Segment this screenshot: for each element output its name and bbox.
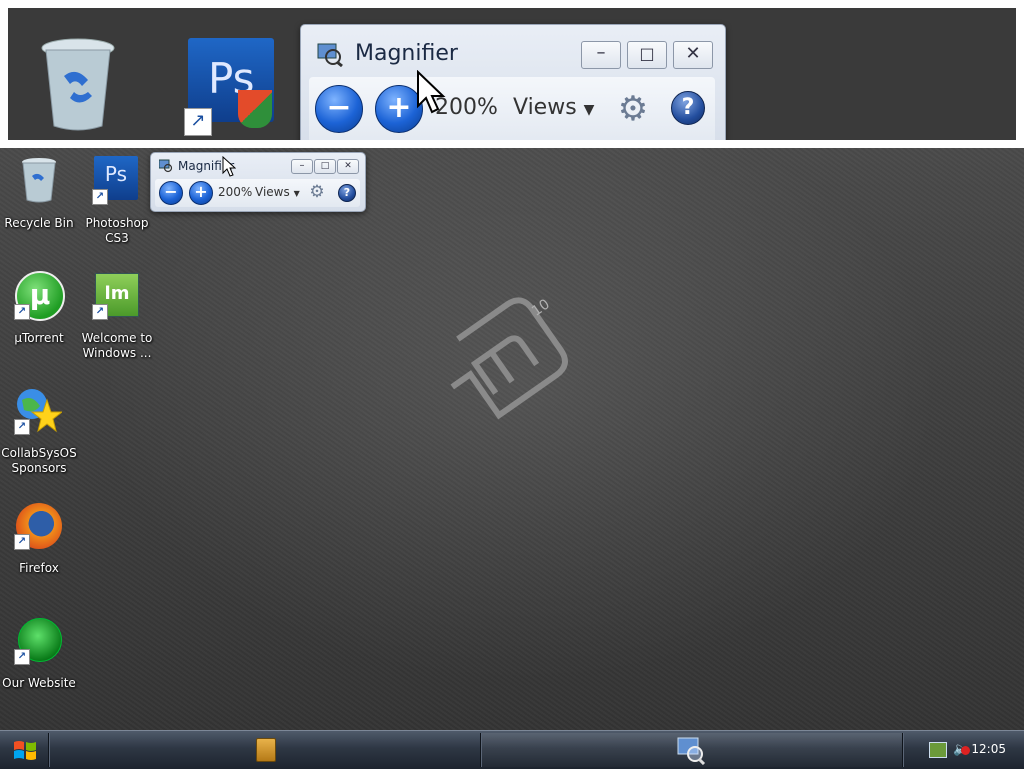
- quicklaunch-button[interactable]: [256, 738, 276, 762]
- desktop-icon-recycle-bin[interactable]: Recycle Bin: [0, 156, 78, 246]
- shortcut-arrow-icon: ↗: [92, 304, 108, 320]
- shortcut-arrow-icon: ↗: [14, 534, 30, 550]
- desktop: 10 Recycle Bin µ ↗ µTorrent ↗ CollabSysO…: [0, 148, 1024, 730]
- photoshop-icon: Ps ↗: [184, 38, 278, 136]
- shortcut-arrow-icon: ↗: [92, 189, 108, 205]
- desktop-icon-utorrent[interactable]: µ ↗ µTorrent: [0, 271, 78, 361]
- zoom-out-button[interactable]: −: [159, 181, 183, 205]
- desktop-icon-label: CollabSysOS Sponsors: [1, 446, 77, 475]
- zoom-out-button[interactable]: −: [315, 85, 363, 133]
- desktop-icon-our-website[interactable]: ↗ Our Website: [0, 616, 78, 706]
- views-dropdown[interactable]: Views ▼: [513, 95, 594, 120]
- views-label: Views: [255, 185, 290, 199]
- help-icon[interactable]: ?: [671, 91, 705, 125]
- network-icon[interactable]: [929, 742, 947, 758]
- magnified-region: Ps ↗ Magnifier – □ ✕ − + 200% Views ▼ ⚙ …: [8, 8, 1016, 140]
- desktop-icon-label: Firefox: [19, 561, 59, 575]
- clock[interactable]: 12:05: [971, 742, 1006, 756]
- zoom-in-button[interactable]: +: [189, 181, 213, 205]
- maximize-button[interactable]: □: [314, 159, 336, 174]
- close-button[interactable]: ✕: [673, 41, 713, 69]
- desktop-icon-welcome[interactable]: lm ↗ Welcome to Windows ...: [78, 271, 156, 361]
- desktop-icon-firefox[interactable]: ↗ Firefox: [0, 501, 78, 591]
- maximize-button[interactable]: □: [627, 41, 667, 69]
- magnifier-window[interactable]: Magnifier – □ ✕ − + 200% Views ▼ ⚙ ?: [150, 152, 366, 212]
- desktop-icon-label: Photoshop CS3: [85, 216, 149, 245]
- chevron-down-icon: ▼: [293, 189, 300, 198]
- minimize-button[interactable]: –: [581, 41, 621, 69]
- zoom-level: 200%: [218, 185, 253, 199]
- start-button[interactable]: [10, 736, 40, 764]
- magnifier-app-icon: [317, 41, 343, 68]
- desktop-icon-label: Welcome to Windows ...: [81, 331, 153, 360]
- system-tray: 🔈 12:05: [905, 731, 1024, 769]
- help-icon[interactable]: ?: [338, 184, 356, 202]
- cursor-icon: [416, 69, 446, 119]
- magnifier-lens-view: Ps ↗ Magnifier – □ ✕ − + 200% Views ▼ ⚙ …: [0, 0, 1024, 148]
- close-button[interactable]: ✕: [337, 159, 359, 174]
- views-label: Views: [513, 95, 577, 120]
- windows-flag-icon: [12, 738, 38, 762]
- shortcut-arrow-icon: ↗: [14, 304, 30, 320]
- views-dropdown[interactable]: Views ▼: [255, 185, 300, 199]
- minimize-button[interactable]: –: [291, 159, 313, 174]
- desktop-icon-label: Our Website: [2, 676, 76, 690]
- shortcut-arrow-icon: ↗: [14, 649, 30, 665]
- mint-logo-icon: 10: [432, 296, 602, 436]
- file-cabinet-icon: [256, 738, 276, 762]
- desktop-icon-label: µTorrent: [14, 331, 64, 345]
- cursor-icon: [222, 155, 237, 181]
- desktop-icon-photoshop[interactable]: Ps ↗ Photoshop CS3: [78, 156, 156, 246]
- taskbar-button-magnifier[interactable]: [482, 733, 902, 767]
- recycle-bin-icon: [20, 156, 58, 207]
- gear-icon[interactable]: ⚙: [307, 182, 327, 202]
- desktop-icon-collabsysos-sponsors[interactable]: ↗ CollabSysOS Sponsors: [0, 386, 78, 476]
- magnifier-title: Magnifier: [355, 41, 458, 66]
- volume-muted-icon[interactable]: 🔈: [953, 742, 971, 758]
- desktop-icon-label: Recycle Bin: [4, 216, 74, 230]
- magnifier-window-magnified[interactable]: Magnifier – □ ✕ − + 200% Views ▼ ⚙ ?: [300, 24, 726, 140]
- recycle-bin-icon: [40, 36, 120, 132]
- magnifier-app-icon: [676, 735, 706, 766]
- gear-icon[interactable]: ⚙: [613, 89, 653, 129]
- chevron-down-icon: ▼: [583, 102, 595, 118]
- taskbar: 🔈 12:05: [0, 730, 1024, 769]
- shortcut-arrow-icon: ↗: [14, 419, 30, 435]
- magnifier-app-icon: [158, 159, 173, 173]
